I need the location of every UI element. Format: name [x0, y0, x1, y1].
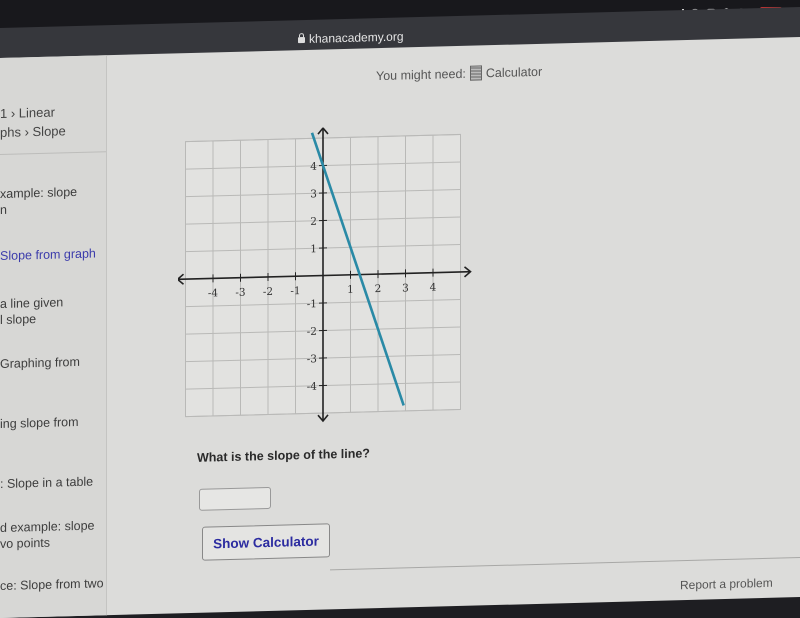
sidebar-item-label: n — [0, 200, 77, 218]
graph-svg: xy-4-3-2-11234-4-3-2-11234 — [178, 123, 478, 431]
y-axis-label: y — [318, 123, 326, 127]
report-problem-link[interactable]: Report a problem — [680, 576, 773, 592]
sidebar-item-label: ce: Slope from two — [0, 575, 104, 594]
url-text[interactable]: khanacademy.org — [309, 29, 404, 45]
sidebar-item-label: Slope from graph — [0, 245, 96, 264]
you-might-need: You might need: Calculator — [376, 64, 542, 83]
y-tick-label: -4 — [307, 381, 318, 393]
sidebar-item-graphing-from-slope[interactable]: Graphing from — [0, 354, 80, 372]
x-tick-label: -4 — [208, 287, 219, 299]
sidebar-item-slope-from-graph[interactable]: Slope from graph — [0, 245, 96, 264]
sidebar-item-label: : Slope in a table — [0, 474, 93, 492]
x-tick-label: 4 — [430, 282, 437, 294]
lock-icon — [298, 37, 305, 43]
footer-divider — [330, 557, 800, 570]
y-tick-label: -3 — [307, 353, 317, 365]
calculator-link[interactable]: Calculator — [486, 64, 542, 79]
slope-answer-input[interactable] — [199, 487, 271, 511]
sidebar-item-graphing-line-given-slope[interactable]: a line given l slope — [0, 294, 63, 328]
sidebar-item-worked-example-slope-graph[interactable]: xample: slope n — [0, 184, 77, 218]
page-content: 1 › Linear phs › Slope xample: slope n S… — [0, 37, 800, 618]
y-tick-label: 3 — [310, 188, 317, 200]
you-might-need-label: You might need: — [376, 66, 466, 82]
y-tick-label: 1 — [310, 243, 317, 255]
y-tick-label: 4 — [310, 161, 317, 173]
sidebar-item-label: d example: slope — [0, 518, 95, 536]
sidebar: 1 › Linear phs › Slope xample: slope n S… — [0, 55, 107, 618]
coordinate-graph: xy-4-3-2-11234-4-3-2-11234 — [178, 123, 478, 436]
sidebar-item-label: a line given — [0, 294, 63, 312]
sidebar-item-calculating-slope-from-table[interactable]: ing slope from — [0, 414, 79, 432]
breadcrumb[interactable]: 1 › Linear phs › Slope — [0, 102, 66, 142]
sidebar-item-label: vo points — [0, 534, 95, 552]
x-tick-label: -3 — [235, 287, 245, 299]
sidebar-item-label: xample: slope — [0, 184, 77, 202]
y-tick-label: 2 — [310, 216, 317, 228]
y-tick-label: -1 — [307, 298, 317, 310]
x-tick-label: 3 — [402, 282, 409, 294]
breadcrumb-line-1[interactable]: 1 › Linear — [0, 102, 66, 123]
sidebar-item-label: l slope — [0, 310, 63, 328]
calculator-icon — [470, 65, 482, 80]
sidebar-item-slope-in-table[interactable]: : Slope in a table — [0, 474, 93, 492]
sidebar-divider — [0, 151, 106, 155]
sidebar-item-label: Graphing from — [0, 354, 80, 372]
sidebar-item-worked-example-slope-two-points[interactable]: d example: slope vo points — [0, 518, 95, 552]
sidebar-item-slope-from-two-points[interactable]: ce: Slope from two — [0, 575, 104, 594]
x-tick-label: -1 — [290, 285, 300, 297]
x-tick-label: -2 — [263, 286, 273, 298]
x-tick-label: 1 — [347, 284, 354, 296]
breadcrumb-line-2[interactable]: phs › Slope — [0, 121, 66, 142]
question-text: What is the slope of the line? — [197, 446, 370, 465]
show-calculator-button[interactable]: Show Calculator — [202, 523, 330, 560]
y-tick-label: -2 — [307, 326, 317, 338]
x-tick-label: 2 — [375, 283, 382, 295]
sidebar-item-label: ing slope from — [0, 414, 79, 432]
